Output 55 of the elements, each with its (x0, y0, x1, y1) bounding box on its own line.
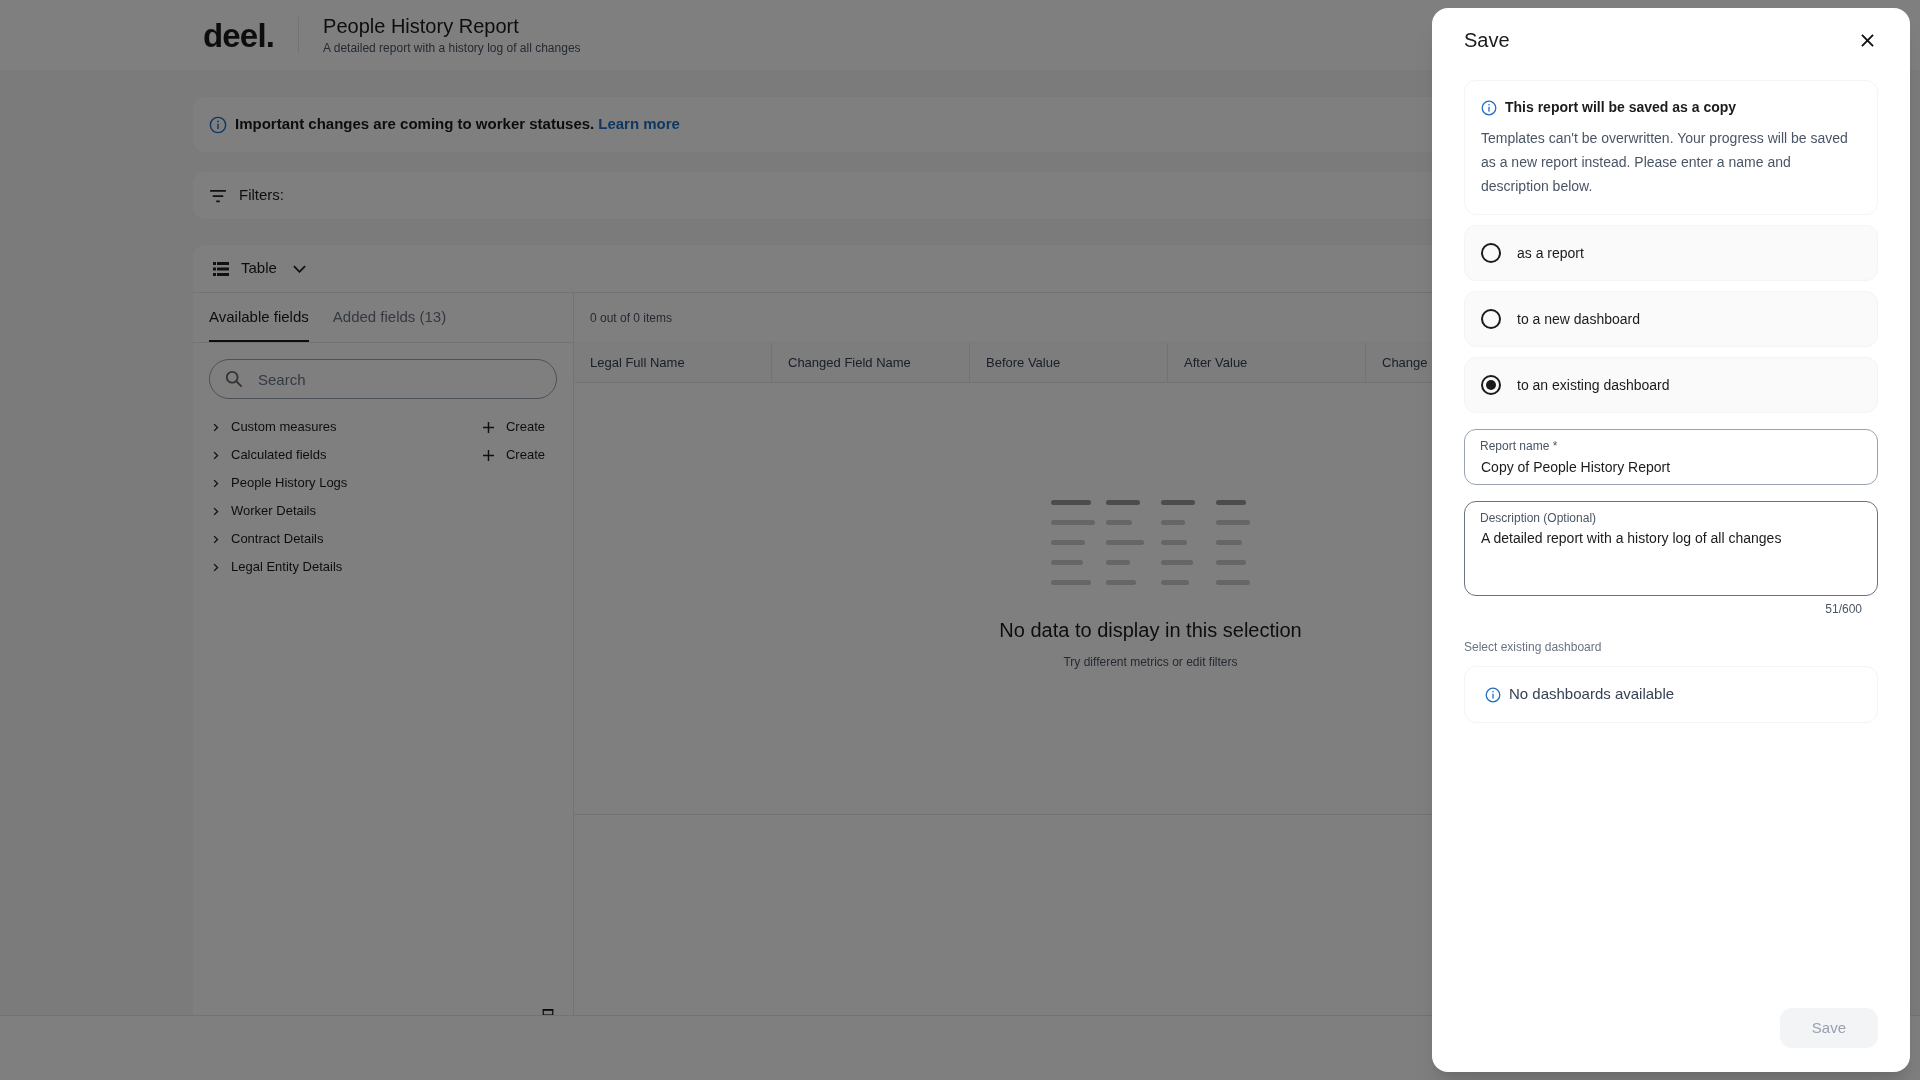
banner-text: Important changes are coming to worker statuses. (235, 114, 595, 135)
chevron-right-icon (213, 422, 219, 432)
search-field[interactable]: Search (209, 359, 557, 399)
filter-icon[interactable] (209, 188, 227, 203)
logo: deel. (203, 18, 275, 52)
field-tab[interactable]: Available fields (209, 305, 309, 342)
save-option[interactable]: to an existing dashboard (1464, 357, 1878, 413)
save-option[interactable]: to a new dashboard (1464, 291, 1878, 347)
field-group[interactable]: Calculated fields (213, 445, 483, 465)
column-header[interactable]: Legal Full Name (574, 343, 772, 382)
info-icon (209, 115, 227, 134)
info-icon (1481, 99, 1497, 116)
field-tab[interactable]: Added fields (13) (332, 305, 447, 342)
column-header[interactable]: Changed Field Name (772, 343, 970, 382)
dashboard-label: Select existing dashboard (1464, 640, 1602, 654)
radio-button[interactable] (1481, 309, 1501, 329)
dashboard-message: No dashboards available (1509, 684, 1675, 705)
create-button[interactable]: Create (482, 445, 545, 465)
info-icon (1485, 686, 1501, 703)
column-header[interactable]: After Value (1168, 343, 1366, 382)
empty-state-subtitle: Try different metrics or edit filters (1063, 654, 1238, 671)
plus-icon (482, 421, 494, 433)
chevron-right-icon (213, 562, 219, 572)
radio-button[interactable] (1481, 243, 1501, 263)
column-header[interactable]: Before Value (970, 343, 1168, 382)
notice-text: Templates can't be overwritten. Your progress will be saved as a new report instead. Please enter a name and description below. (1481, 129, 1849, 196)
close-icon[interactable] (1861, 33, 1874, 47)
plus-icon (482, 449, 494, 461)
learn-more-link[interactable]: Learn more (598, 113, 680, 136)
view-selector[interactable]: Table (213, 257, 306, 280)
field-label: Report name * (1480, 438, 1558, 455)
notice-title: This report will be saved as a copy (1505, 98, 1737, 117)
dialog-title: Save (1464, 28, 1510, 53)
create-button[interactable]: Create (482, 417, 545, 437)
field-group[interactable]: Custom measures (213, 417, 483, 437)
save-option[interactable]: as a report (1464, 225, 1878, 281)
character-counter: 51/600 (1825, 601, 1862, 618)
empty-state-title: No data to display in this selection (999, 618, 1302, 643)
chevron-right-icon (213, 450, 219, 460)
chevron-right-icon (213, 506, 219, 516)
chevron-right-icon (213, 534, 219, 544)
field-group[interactable]: People History Logs (213, 473, 553, 493)
page-subtitle: A detailed report with a history log of all changes (323, 39, 581, 57)
item-count: 0 out of 0 items (590, 309, 673, 327)
filters-label: Filters: (239, 185, 284, 206)
chevron-down-icon (292, 264, 306, 273)
field-label: Description (Optional) (1480, 510, 1597, 527)
chevron-right-icon (213, 478, 219, 488)
field-group[interactable]: Legal Entity Details (213, 557, 553, 577)
page-title: People History Report (323, 13, 520, 39)
field-group[interactable]: Worker Details (213, 501, 553, 521)
table-icon (213, 261, 229, 276)
search-icon (225, 370, 243, 388)
field-group[interactable]: Contract Details (213, 529, 553, 549)
radio-button[interactable] (1481, 375, 1501, 395)
